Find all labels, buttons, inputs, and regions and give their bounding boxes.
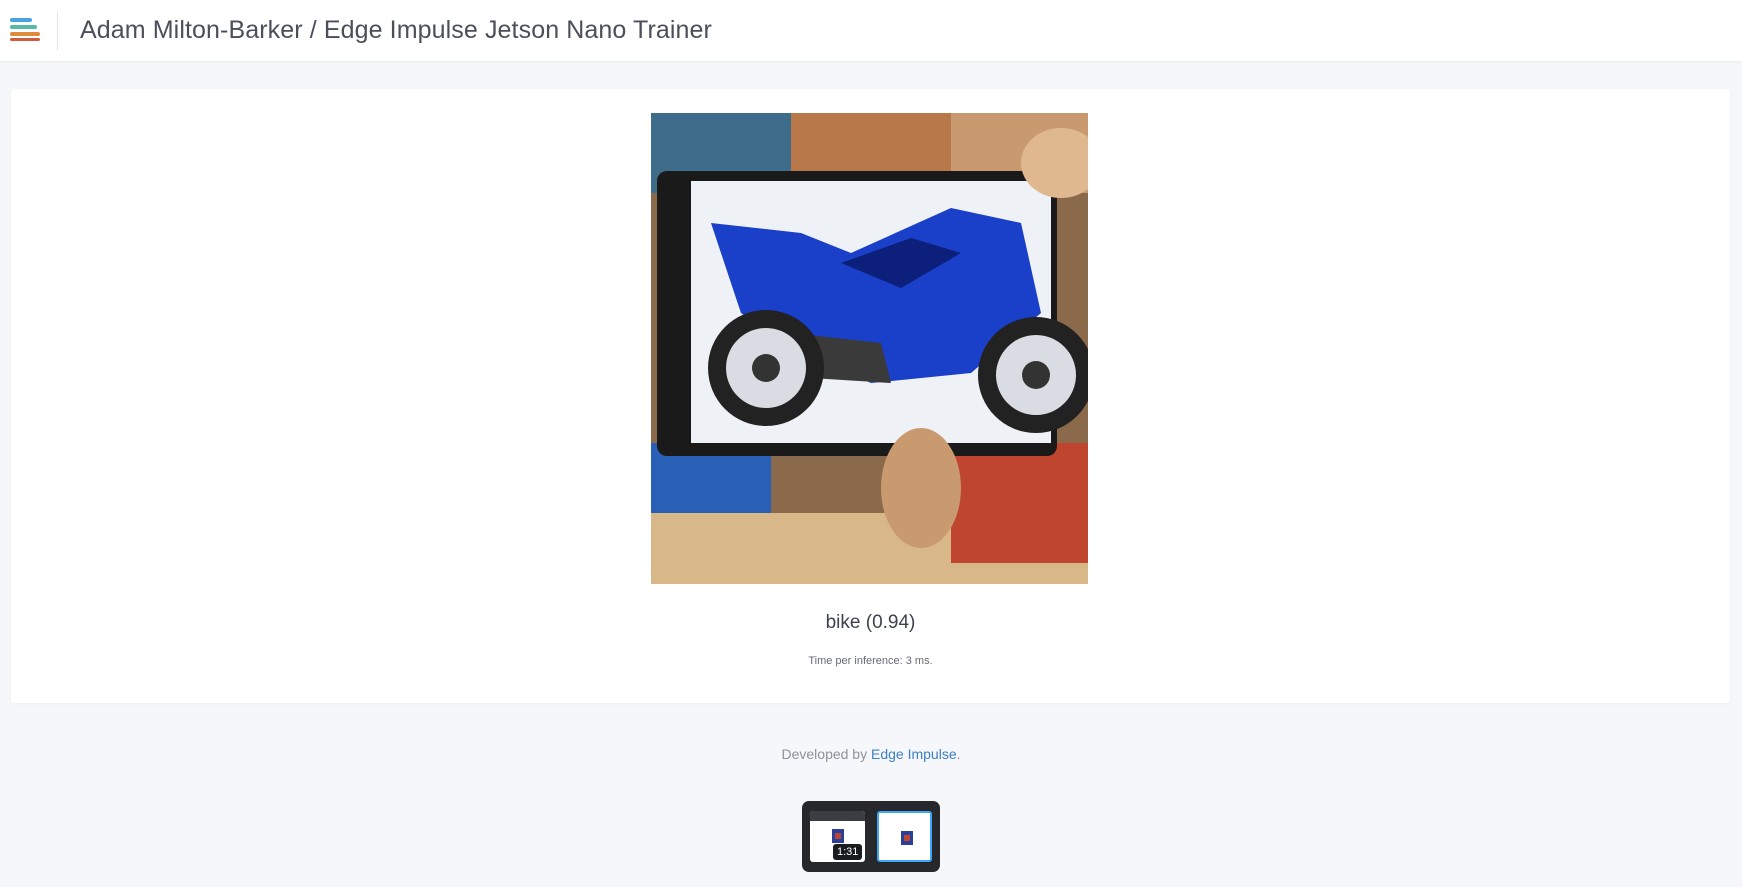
thumbnail-current[interactable] [877, 811, 932, 862]
inference-time: Time per inference: 3 ms. [808, 655, 933, 667]
edge-impulse-link[interactable]: Edge Impulse [871, 746, 957, 762]
footer-prefix: Developed by [781, 746, 871, 762]
top-header: Adam Milton-Barker / Edge Impulse Jetson… [0, 0, 1742, 62]
video-thumbnail-strip: 1:31 [802, 801, 940, 872]
classification-result: bike (0.94) [825, 612, 916, 633]
classification-card: bike (0.94) Time per inference: 3 ms. [11, 89, 1730, 703]
header-divider [57, 12, 58, 50]
page-title: Adam Milton-Barker / Edge Impulse Jetson… [80, 16, 712, 44]
edge-impulse-logo-icon[interactable] [10, 18, 42, 42]
footer-suffix: . [956, 746, 961, 762]
camera-feed-image [651, 113, 1088, 584]
footer: Developed by Edge Impulse. [0, 746, 1742, 762]
video-time-badge: 1:31 [833, 844, 863, 860]
